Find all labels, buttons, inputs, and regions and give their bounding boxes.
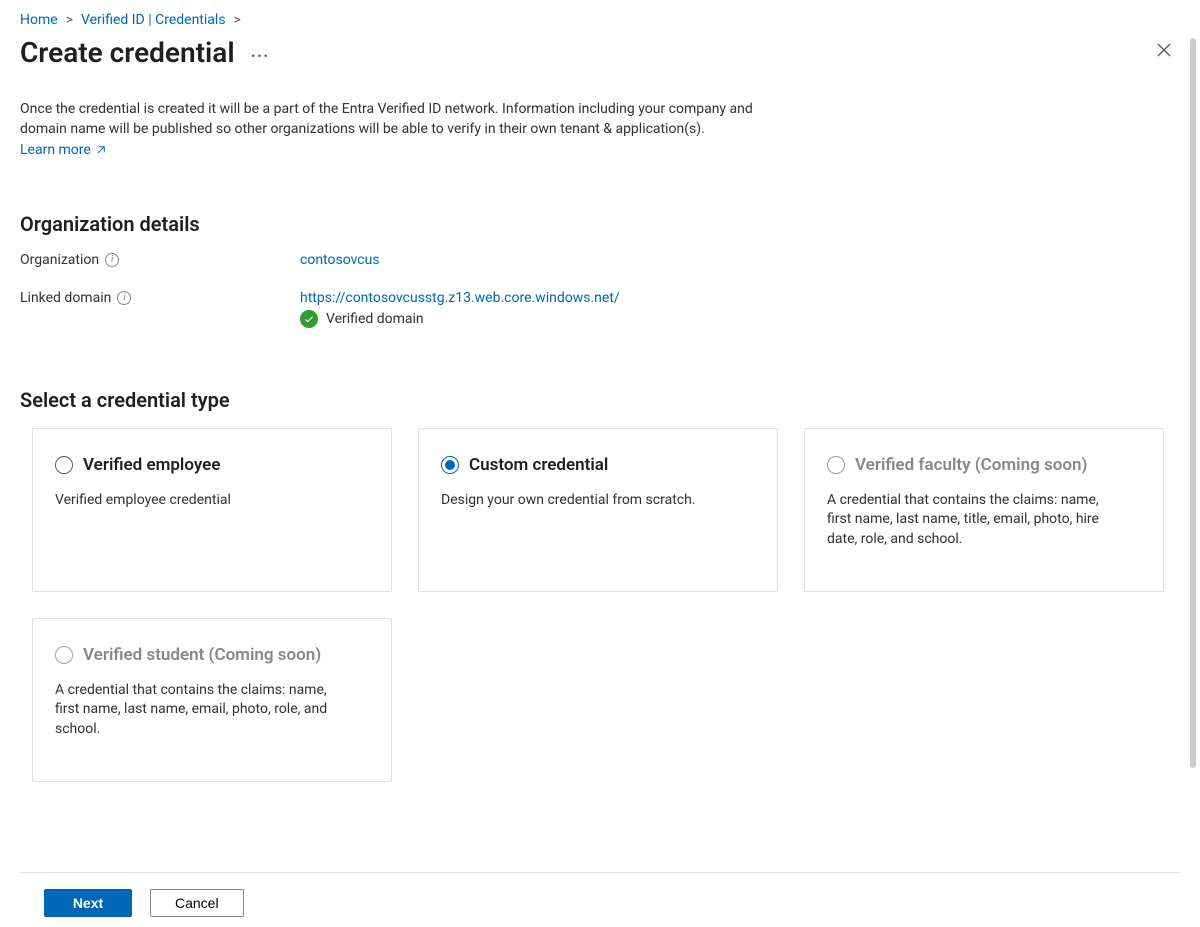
external-link-icon bbox=[95, 144, 107, 156]
card-desc-employee: Verified employee credential bbox=[55, 491, 345, 511]
next-button[interactable]: Next bbox=[44, 889, 132, 917]
intro-paragraph: Once the credential is created it will b… bbox=[20, 99, 790, 160]
card-desc-student: A credential that contains the claims: n… bbox=[55, 681, 345, 740]
verified-domain-text: Verified domain bbox=[326, 311, 424, 327]
select-credential-heading: Select a credential type bbox=[20, 388, 1180, 412]
learn-more-link[interactable]: Learn more bbox=[20, 140, 107, 160]
card-title-employee: Verified employee bbox=[83, 455, 220, 475]
radio-verified-student bbox=[55, 646, 73, 664]
close-icon[interactable] bbox=[1148, 34, 1180, 71]
card-desc-faculty: A credential that contains the claims: n… bbox=[827, 491, 1117, 550]
breadcrumb-sep: > bbox=[234, 12, 241, 28]
radio-custom-credential[interactable] bbox=[441, 456, 459, 474]
vertical-scrollbar[interactable] bbox=[1190, 38, 1196, 768]
linked-domain-label: Linked domain bbox=[20, 290, 111, 306]
info-icon[interactable]: i bbox=[117, 291, 131, 305]
info-icon[interactable]: i bbox=[105, 253, 119, 267]
linked-domain-link[interactable]: https://contosovcusstg.z13.web.core.wind… bbox=[300, 290, 620, 306]
card-desc-custom: Design your own credential from scratch. bbox=[441, 491, 731, 511]
card-title-faculty: Verified faculty (Coming soon) bbox=[855, 455, 1087, 475]
breadcrumb-sep: > bbox=[66, 12, 73, 28]
org-label: Organization bbox=[20, 252, 99, 268]
breadcrumb-verified-id[interactable]: Verified ID | Credentials bbox=[81, 12, 226, 28]
card-verified-faculty: Verified faculty (Coming soon) A credent… bbox=[804, 428, 1164, 592]
page-title: Create credential bbox=[20, 36, 235, 69]
card-title-custom: Custom credential bbox=[469, 455, 608, 475]
org-value-link[interactable]: contosovcus bbox=[300, 252, 380, 268]
card-verified-employee[interactable]: Verified employee Verified employee cred… bbox=[32, 428, 392, 592]
org-details-heading: Organization details bbox=[20, 212, 1180, 236]
cancel-button[interactable]: Cancel bbox=[150, 889, 244, 917]
card-title-student: Verified student (Coming soon) bbox=[83, 645, 321, 665]
more-actions-icon[interactable]: ··· bbox=[251, 46, 270, 67]
card-custom-credential[interactable]: Custom credential Design your own creden… bbox=[418, 428, 778, 592]
breadcrumb: Home > Verified ID | Credentials > bbox=[20, 12, 1180, 28]
card-verified-student: Verified student (Coming soon) A credent… bbox=[32, 618, 392, 782]
radio-verified-employee[interactable] bbox=[55, 456, 73, 474]
breadcrumb-home[interactable]: Home bbox=[20, 12, 58, 28]
verified-check-icon bbox=[300, 310, 318, 328]
radio-verified-faculty bbox=[827, 456, 845, 474]
